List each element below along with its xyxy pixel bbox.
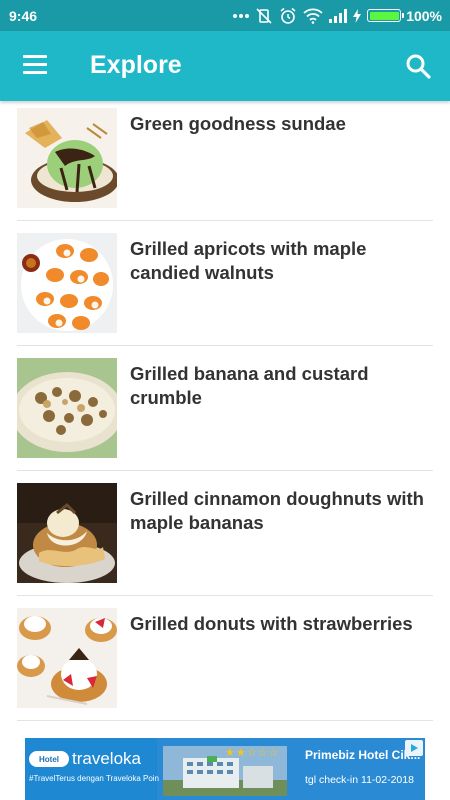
recipe-list: Green goodness sundae Grilled apricots w… [0,101,450,721]
banana-crumble-photo [17,358,117,458]
recipe-title: Grilled apricots with maple candied waln… [130,238,367,283]
list-item[interactable]: Grilled banana and custard crumble [17,346,433,471]
status-icons: 100% [233,7,442,25]
ad-brand-name: traveloka [72,749,141,768]
vibrate-off-icon [256,7,272,24]
page-title: Explore [90,51,182,79]
ad-choices-icon[interactable] [405,740,423,756]
recipe-title: Green goodness sundae [130,113,346,134]
ad-brand-panel: Hotel traveloka #TravelTerus dengan Trav… [25,738,159,800]
charging-icon [353,8,362,23]
ad-details: tgl check-in 11-02-2018 [305,774,414,786]
ad-star-rating: ★★☆☆☆ [225,747,280,759]
alarm-icon [280,7,296,24]
cinnamon-doughnuts-photo [17,483,117,583]
ad-tagline: #TravelTerus dengan Traveloka Poin [29,774,159,783]
more-dots-icon [233,13,250,18]
signal-icon [329,8,348,23]
status-time: 9:46 [9,7,38,24]
ad-hotel-label: Hotel [29,751,69,767]
list-item[interactable]: Grilled cinnamon doughnuts with maple ba… [17,471,433,596]
battery-icon [367,9,405,22]
battery: 100% [367,8,442,24]
app-bar: Explore [0,31,450,101]
grilled-apricots-photo [17,233,117,333]
recipe-title: Grilled donuts with strawberries [130,613,413,634]
wifi-icon [303,8,323,24]
list-item[interactable]: Green goodness sundae [17,101,433,221]
search-icon[interactable] [404,52,432,80]
green-sundae-photo [17,108,117,208]
menu-icon[interactable] [23,55,47,75]
recipe-title: Grilled banana and custard crumble [130,363,369,408]
list-item[interactable]: Grilled donuts with strawberries [17,596,433,721]
battery-percent: 100% [406,7,442,24]
recipe-title: Grilled cinnamon doughnuts with maple ba… [130,488,424,533]
list-item[interactable]: Grilled apricots with maple candied waln… [17,221,433,346]
status-bar: 9:46 100% [0,0,450,31]
donuts-strawberries-photo [17,608,117,708]
ad-headline: Primebiz Hotel Cik... [305,748,421,762]
ad-banner[interactable]: Hotel traveloka #TravelTerus dengan Trav… [25,738,425,800]
